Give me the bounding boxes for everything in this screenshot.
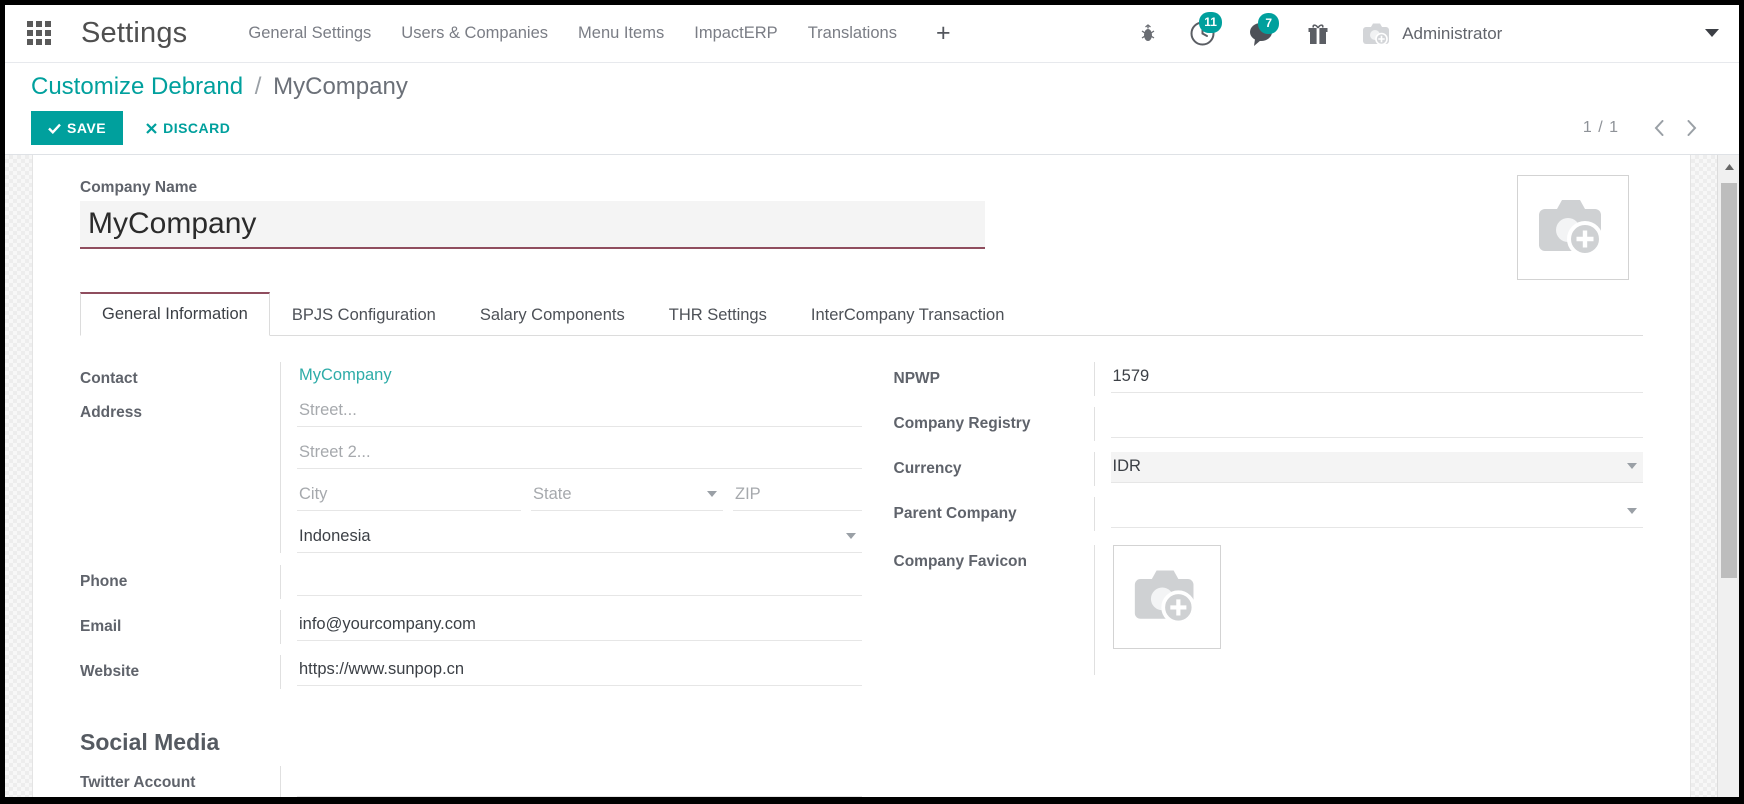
field-row-twitter: Twitter Account <box>80 766 862 797</box>
company-favicon-label: Company Favicon <box>893 553 1028 570</box>
form-sheet: Company Name General Information BPJS <box>34 155 1689 797</box>
website-label: Website <box>80 663 140 680</box>
pager: 1 / 1 <box>1583 115 1705 141</box>
email-label: Email <box>80 618 122 635</box>
social-media-columns: Twitter Account Facebook Account <box>80 766 1643 797</box>
field-row-currency: Currency <box>893 452 1643 486</box>
field-row-email: Email <box>80 610 862 644</box>
debug-bug-icon[interactable] <box>1123 23 1173 44</box>
discard-button[interactable]: DISCARD <box>132 111 244 145</box>
npwp-input[interactable] <box>1110 362 1643 393</box>
save-button[interactable]: SAVE <box>31 111 124 145</box>
pager-previous-button[interactable] <box>1645 115 1673 141</box>
field-row-company-registry: Company Registry <box>893 407 1643 441</box>
field-row-parent-company: Parent Company <box>893 497 1643 531</box>
parent-company-select[interactable] <box>1110 497 1643 528</box>
breadcrumb-separator: / <box>254 73 262 100</box>
company-favicon-placeholder[interactable] <box>1112 545 1221 649</box>
tab-thr-settings[interactable]: THR Settings <box>647 294 789 336</box>
form-body: Company Name General Information BPJS <box>5 155 1739 797</box>
breadcrumb: Customize Debrand / MyCompany <box>31 73 408 101</box>
menu-item-impacterp[interactable]: ImpactERP <box>679 18 792 49</box>
user-menu[interactable]: Administrator <box>1344 20 1502 48</box>
address-label: Address <box>80 404 143 421</box>
right-gutter <box>1690 155 1717 797</box>
activity-counter-badge: 11 <box>1199 12 1222 33</box>
field-row-phone: Phone <box>80 565 862 599</box>
menu-item-general-settings[interactable]: General Settings <box>233 18 386 49</box>
company-registry-input[interactable] <box>1110 407 1643 438</box>
record-action-buttons: SAVE DISCARD <box>31 111 244 145</box>
twitter-account-label: Twitter Account <box>80 774 196 791</box>
parent-company-label: Parent Company <box>893 505 1017 522</box>
menu-item-translations[interactable]: Translations <box>793 18 912 49</box>
phone-label: Phone <box>80 573 128 590</box>
breadcrumb-current: MyCompany <box>273 73 408 100</box>
systray: 11 7 Administrator <box>1123 12 1518 48</box>
top-navbar: Settings General Settings Users & Compan… <box>5 5 1739 63</box>
scroll-up-button[interactable] <box>1718 155 1739 179</box>
menu-item-menu-items[interactable]: Menu Items <box>563 18 679 49</box>
gift-icon[interactable] <box>1292 23 1344 45</box>
currency-select[interactable] <box>1110 452 1643 483</box>
app-window: Settings General Settings Users & Compan… <box>0 0 1744 804</box>
phone-input[interactable] <box>297 565 862 596</box>
field-row-contact: Contact MyCompany <box>80 362 862 396</box>
main-menu: General Settings Users & Companies Menu … <box>233 18 966 49</box>
company-registry-label: Company Registry <box>893 415 1031 432</box>
field-row-website: Website <box>80 655 862 689</box>
email-input[interactable] <box>297 610 862 641</box>
notebook-tabs: General Information BPJS Configuration S… <box>80 291 1643 336</box>
tab-general-information[interactable]: General Information <box>80 292 270 336</box>
message-counter-badge: 7 <box>1258 12 1280 34</box>
save-button-label: SAVE <box>67 120 107 136</box>
form-column-right: NPWP Company Registry Cu <box>862 362 1644 689</box>
left-gutter <box>5 155 33 797</box>
twitter-account-input[interactable] <box>297 766 862 797</box>
menu-item-users-companies[interactable]: Users & Companies <box>386 18 563 49</box>
camera-plus-icon <box>1134 570 1195 625</box>
camera-plus-icon <box>1539 199 1603 257</box>
social-column-left: Twitter Account Facebook Account <box>80 766 862 797</box>
street2-input[interactable] <box>297 438 862 469</box>
pager-count: 1 / 1 <box>1582 119 1619 136</box>
npwp-label: NPWP <box>893 370 941 387</box>
contact-label: Contact <box>80 370 138 387</box>
field-row-address: Address <box>80 396 862 553</box>
app-brand-title: Settings <box>81 17 188 49</box>
form-columns: Contact MyCompany Address Street... Stre… <box>80 362 1643 689</box>
tab-bpjs-configuration[interactable]: BPJS Configuration <box>270 294 458 336</box>
activity-clock-icon[interactable]: 11 <box>1173 12 1232 47</box>
pager-next-button[interactable] <box>1677 115 1705 141</box>
zip-input[interactable] <box>733 480 862 511</box>
messaging-chat-icon[interactable]: 7 <box>1232 12 1292 47</box>
discard-button-label: DISCARD <box>163 120 231 136</box>
state-select[interactable] <box>531 480 723 511</box>
vertical-scrollbar[interactable] <box>1717 155 1739 797</box>
breadcrumb-root-link[interactable]: Customize Debrand <box>31 73 243 100</box>
field-row-npwp: NPWP <box>893 362 1643 396</box>
user-name-label: Administrator <box>1402 23 1503 43</box>
company-name-label: Company Name <box>80 179 198 196</box>
social-column-right <box>862 766 1644 797</box>
chevron-down-icon[interactable] <box>1675 29 1739 38</box>
form-column-left: Contact MyCompany Address Street... Stre… <box>80 362 862 689</box>
company-logo-placeholder[interactable] <box>1517 175 1629 280</box>
country-select[interactable] <box>297 522 862 553</box>
tab-salary-components[interactable]: Salary Components <box>458 294 647 336</box>
add-menu-item-button[interactable]: + <box>912 21 967 46</box>
company-name-input[interactable] <box>80 201 985 249</box>
website-input[interactable] <box>297 655 862 686</box>
user-avatar-icon <box>1362 20 1390 48</box>
street-input[interactable] <box>297 396 862 427</box>
social-media-section-title: Social Media <box>80 729 220 755</box>
scrollbar-thumb[interactable] <box>1721 183 1737 578</box>
currency-label: Currency <box>893 460 962 477</box>
contact-value-link[interactable]: MyCompany <box>297 362 862 390</box>
tab-intercompany-transaction[interactable]: InterCompany Transaction <box>789 294 1027 336</box>
city-input[interactable] <box>297 480 521 511</box>
control-panel: Customize Debrand / MyCompany SAVE DISCA… <box>5 63 1739 155</box>
field-row-company-favicon: Company Favicon <box>894 545 1644 675</box>
apps-grid-icon[interactable] <box>27 20 53 47</box>
